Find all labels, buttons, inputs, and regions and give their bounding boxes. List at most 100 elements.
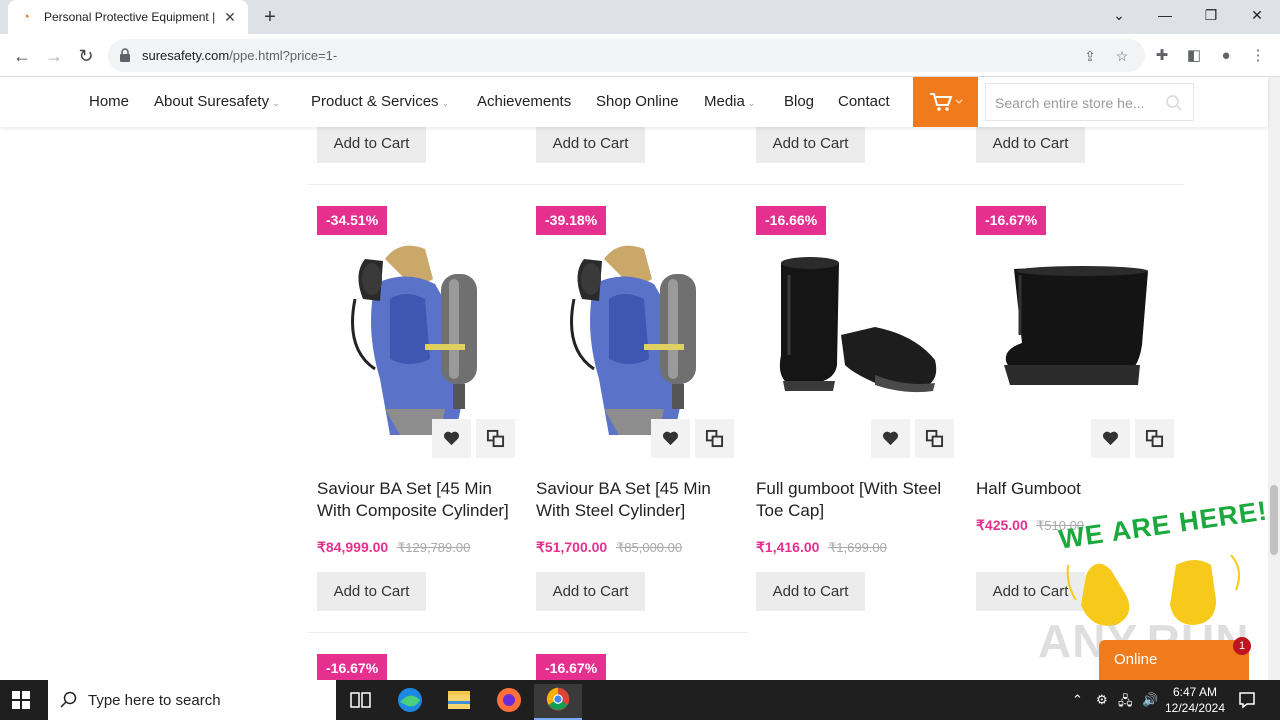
- restore-icon[interactable]: ❐: [1188, 0, 1234, 30]
- add-to-cart-button[interactable]: Add to Cart: [317, 127, 426, 163]
- nav-label: Blog: [784, 93, 815, 110]
- product-price: ₹84,999.00: [317, 539, 389, 555]
- add-to-cart-button[interactable]: Add to Cart: [317, 572, 426, 611]
- minimize-icon[interactable]: —: [1142, 0, 1188, 30]
- compare-button[interactable]: [476, 419, 515, 458]
- nav-products[interactable]: Product & Services ⌄: [311, 93, 449, 110]
- page-scrollbar[interactable]: [1268, 77, 1280, 680]
- wishlist-button[interactable]: [1091, 419, 1130, 458]
- search-icon[interactable]: [1165, 94, 1183, 112]
- close-window-icon[interactable]: ✕: [1234, 0, 1280, 30]
- taskbar-clock[interactable]: 6:47 AM 12/24/2024: [1163, 684, 1227, 716]
- browser-tab-strip: ◔ Personal Protective Equipment | ✕ + ⌄ …: [0, 0, 1280, 34]
- breathing-apparatus-image[interactable]: [564, 239, 714, 435]
- tab-close-icon[interactable]: ✕: [222, 9, 238, 26]
- product-name[interactable]: Saviour BA Set [45 Min With Steel Cylind…: [536, 478, 736, 522]
- compare-button[interactable]: [1135, 419, 1174, 458]
- heart-icon: [443, 431, 460, 446]
- tab-search-icon[interactable]: ⌄: [1096, 0, 1142, 30]
- network-vpn-icon[interactable]: ⚙: [1096, 692, 1108, 708]
- discount-badge: -34.51%: [317, 206, 388, 235]
- site-favicon-icon: ◔: [22, 9, 30, 24]
- nav-media[interactable]: Media ⌄: [704, 93, 755, 110]
- nav-label: Contact: [838, 93, 890, 110]
- discount-badge: -39.18%: [536, 206, 607, 235]
- taskbar-search-label: Type here to search: [88, 692, 221, 709]
- breathing-apparatus-image[interactable]: [345, 239, 495, 435]
- nav-label: About Suresafety: [154, 93, 270, 110]
- nav-label: Media: [704, 93, 745, 110]
- network-icon[interactable]: 🖧: [1118, 692, 1133, 714]
- address-bar[interactable]: suresafety.com/ppe.html?price=1- ⇪ ☆: [108, 39, 1145, 72]
- taskbar-search-box[interactable]: Type here to search: [48, 680, 336, 720]
- url-host: suresafety.com: [142, 48, 230, 63]
- nav-label: Achievements: [477, 93, 572, 110]
- bookmark-star-icon[interactable]: ☆: [1111, 45, 1133, 67]
- nav-contact[interactable]: Contact: [838, 93, 890, 110]
- clock-time: 6:47 AM: [1172, 685, 1218, 699]
- wishlist-button[interactable]: [651, 419, 690, 458]
- edge-browser-icon[interactable]: [386, 684, 434, 720]
- volume-icon[interactable]: 🔊: [1142, 692, 1158, 708]
- search-icon: [60, 691, 77, 708]
- nav-about[interactable]: About Suresafety ⌄: [154, 93, 280, 110]
- extensions-icon[interactable]: ✚: [1150, 44, 1174, 68]
- compare-button[interactable]: [915, 419, 954, 458]
- discount-badge: -16.67%: [976, 206, 1047, 235]
- compare-icon: [486, 429, 505, 448]
- chat-widget-button[interactable]: Online: [1099, 640, 1249, 680]
- half-gumboot-image[interactable]: [1000, 265, 1150, 389]
- notification-center-icon[interactable]: [1238, 691, 1256, 709]
- store-search-input[interactable]: [995, 93, 1160, 113]
- lock-icon: [120, 48, 130, 62]
- site-header: Home About Suresafety ⌄ Product & Service…: [0, 77, 1268, 127]
- heart-icon: [662, 431, 679, 446]
- add-to-cart-button[interactable]: Add to Cart: [976, 127, 1085, 163]
- add-to-cart-button[interactable]: Add to Cart: [756, 572, 865, 611]
- product-price: ₹425.00: [976, 517, 1028, 533]
- tray-chevron-icon[interactable]: ⌃: [1072, 692, 1083, 708]
- product-old-price: ₹129,789.00: [397, 540, 471, 555]
- browser-tab[interactable]: ◔ Personal Protective Equipment | ✕: [8, 0, 248, 34]
- nav-blog[interactable]: Blog: [784, 93, 814, 110]
- reload-icon[interactable]: ↻: [72, 42, 100, 70]
- browser-menu-icon[interactable]: ⋮: [1246, 44, 1270, 68]
- product-name[interactable]: Full gumboot [With Steel Toe Cap]: [756, 478, 956, 522]
- side-panel-icon[interactable]: ◧: [1182, 44, 1206, 68]
- back-icon[interactable]: ←: [8, 42, 36, 70]
- profile-avatar-icon[interactable]: ●: [1214, 44, 1238, 68]
- cart-button[interactable]: [913, 77, 978, 127]
- nav-achievements[interactable]: Achievements: [477, 93, 571, 110]
- chevron-down-icon: ⌄: [441, 98, 450, 108]
- url-path: /ppe.html?price=1-: [229, 48, 338, 63]
- add-to-cart-button[interactable]: Add to Cart: [536, 127, 645, 163]
- task-view-icon[interactable]: [336, 684, 384, 720]
- store-search-box: [985, 83, 1194, 121]
- add-to-cart-button[interactable]: Add to Cart: [536, 572, 645, 611]
- nav-home[interactable]: Home: [89, 93, 129, 110]
- compare-icon: [925, 429, 944, 448]
- wishlist-button[interactable]: [871, 419, 910, 458]
- scrollbar-thumb[interactable]: [1270, 485, 1278, 555]
- heart-icon: [1102, 431, 1119, 446]
- file-explorer-icon[interactable]: [435, 684, 483, 720]
- chrome-icon[interactable]: [534, 684, 582, 720]
- windows-start-icon[interactable]: [12, 691, 30, 709]
- firefox-icon[interactable]: [485, 684, 533, 720]
- compare-button[interactable]: [695, 419, 734, 458]
- nav-shop-online[interactable]: Shop Online: [596, 93, 679, 110]
- forward-icon[interactable]: →: [40, 42, 68, 70]
- wishlist-button[interactable]: [432, 419, 471, 458]
- product-name[interactable]: Saviour BA Set [45 Min With Composite Cy…: [317, 478, 517, 522]
- chevron-down-icon: ⌄: [272, 98, 280, 108]
- share-icon[interactable]: ⇪: [1079, 45, 1101, 67]
- row-divider: [307, 184, 1184, 185]
- nav-label: Home: [89, 93, 130, 110]
- tab-title: Personal Protective Equipment |: [44, 10, 216, 24]
- new-tab-button[interactable]: +: [258, 5, 282, 29]
- windows-taskbar: Type here to search ⌃ ⚙ 🖧 🔊 6:47 AM 12/2…: [0, 680, 1280, 720]
- product-old-price: ₹85,000.00: [616, 540, 683, 555]
- add-to-cart-button[interactable]: Add to Cart: [756, 127, 865, 163]
- product-name[interactable]: Half Gumboot: [976, 478, 1176, 500]
- full-gumboot-image[interactable]: [775, 255, 940, 397]
